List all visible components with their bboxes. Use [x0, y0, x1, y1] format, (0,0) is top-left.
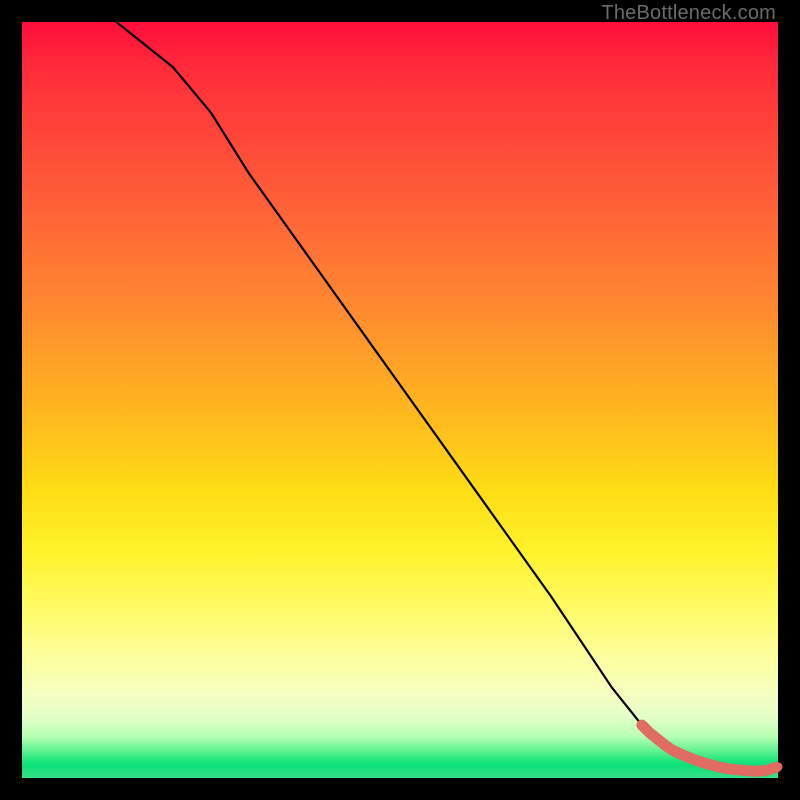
highlight-cluster	[636, 720, 782, 777]
cluster-dot	[723, 763, 734, 774]
cluster-dot	[712, 761, 723, 772]
chart-overlay	[22, 22, 778, 778]
cluster-dot	[678, 750, 689, 761]
cluster-dot	[667, 745, 678, 756]
cluster-dot	[739, 765, 750, 776]
cluster-dot	[762, 766, 771, 775]
cluster-dot	[750, 766, 761, 777]
cluster-dot	[701, 758, 712, 769]
chart-canvas: TheBottleneck.com	[0, 0, 800, 800]
cluster-dot	[774, 762, 783, 771]
cluster-dot	[689, 754, 700, 765]
main-curve	[22, 0, 778, 771]
